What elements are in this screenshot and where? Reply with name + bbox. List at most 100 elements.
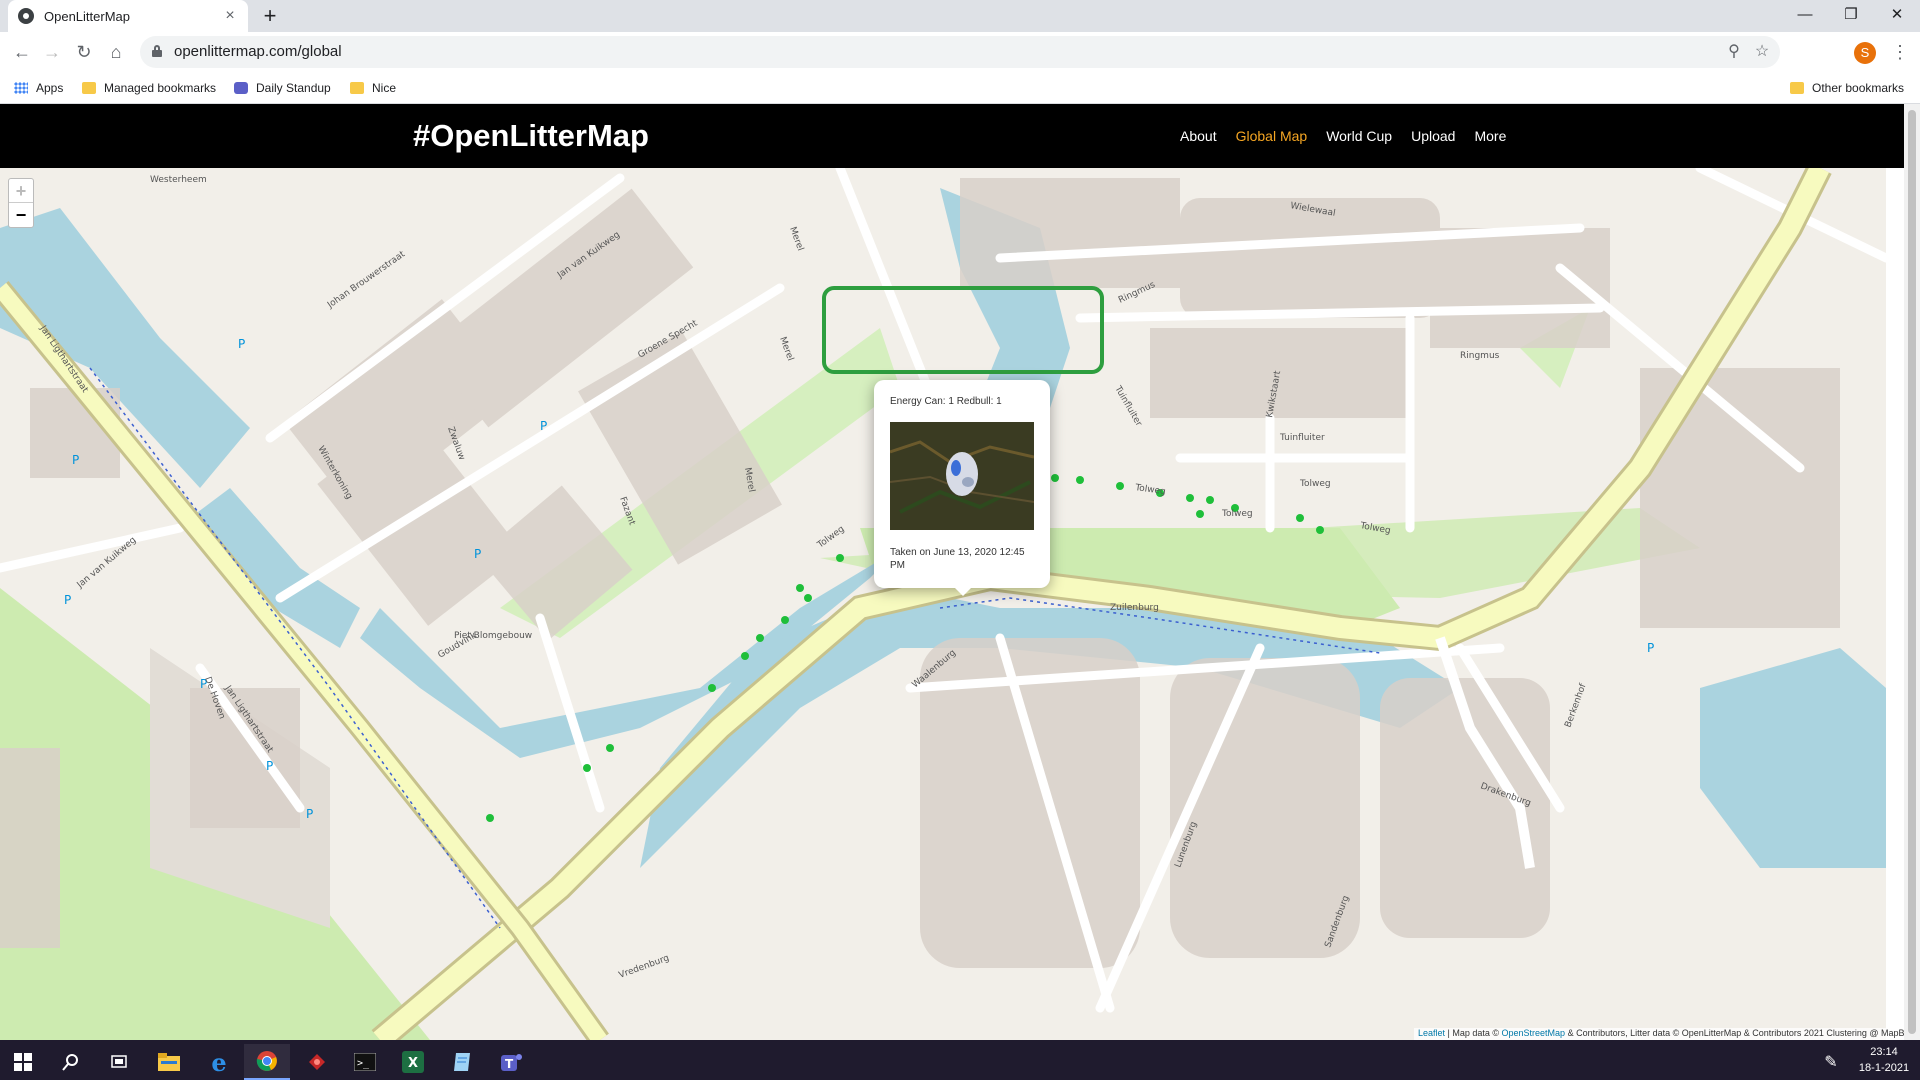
teams-icon bbox=[234, 82, 248, 94]
lock-icon bbox=[152, 45, 162, 57]
svg-text:Westerheem: Westerheem bbox=[150, 175, 207, 185]
close-tab-icon[interactable]: × bbox=[222, 7, 238, 25]
attribution-rest: & Contributors, Litter data © OpenLitter… bbox=[1565, 1028, 1915, 1038]
url-text[interactable]: openlittermap.com/global bbox=[174, 43, 342, 60]
clock-time: 23:14 bbox=[1870, 1046, 1898, 1058]
folder-icon bbox=[350, 82, 364, 94]
litter-popup[interactable]: Energy Can: 1 Redbull: 1 Taken on June 1… bbox=[874, 380, 1050, 588]
zoom-out-button[interactable]: − bbox=[9, 203, 33, 227]
svg-text:T: T bbox=[505, 1057, 514, 1071]
popup-caption: Taken on June 13, 2020 12:45 PM bbox=[890, 547, 1025, 571]
svg-text:Tuinfluiter: Tuinfluiter bbox=[1112, 384, 1144, 429]
site-nav: About Global Map World Cup Upload More bbox=[1180, 128, 1506, 144]
profile-avatar[interactable]: S bbox=[1854, 42, 1876, 64]
minimize-window-icon[interactable]: — bbox=[1782, 0, 1828, 32]
svg-text:Tuinfluiter: Tuinfluiter bbox=[1279, 433, 1325, 443]
bookmark-nice[interactable]: Nice bbox=[350, 78, 396, 98]
svg-text:Vredenburg: Vredenburg bbox=[618, 953, 671, 980]
svg-text:Tolweg: Tolweg bbox=[1134, 483, 1167, 497]
osm-link[interactable]: OpenStreetMap bbox=[1502, 1028, 1566, 1038]
browser-tab[interactable]: OpenLitterMap × bbox=[8, 0, 248, 32]
chrome-icon[interactable] bbox=[244, 1044, 290, 1080]
map-tiles: PPP PPP PPP Tolweg Tolweg Tolweg Tolweg … bbox=[0, 168, 1886, 1040]
address-bar[interactable]: openlittermap.com/global ⚲ ☆ bbox=[140, 36, 1780, 68]
apps-grid-icon bbox=[14, 82, 28, 94]
page-scrollbar[interactable] bbox=[1904, 104, 1920, 1040]
nav-more[interactable]: More bbox=[1474, 128, 1506, 144]
pen-icon[interactable]: ✎ bbox=[1816, 1044, 1846, 1080]
bookmark-label: Nice bbox=[372, 81, 397, 95]
new-tab-button[interactable]: + bbox=[258, 4, 282, 28]
scrollbar-thumb[interactable] bbox=[1908, 110, 1916, 1034]
popup-pointer bbox=[953, 586, 973, 596]
svg-text:Johan Brouwerstraat: Johan Brouwerstraat bbox=[325, 249, 407, 311]
bookmark-daily-standup[interactable]: Daily Standup bbox=[234, 78, 331, 98]
start-icon[interactable] bbox=[0, 1044, 46, 1080]
file-explorer-icon[interactable] bbox=[146, 1044, 192, 1080]
bookmark-managed[interactable]: Managed bookmarks bbox=[82, 78, 216, 98]
bookmarks-bar: Apps Managed bookmarks Daily Standup Nic… bbox=[0, 72, 1920, 104]
bookmark-label: Managed bookmarks bbox=[104, 81, 217, 95]
svg-text:P: P bbox=[266, 759, 273, 773]
svg-text:Merel: Merel bbox=[787, 226, 805, 253]
svg-text:Tolweg: Tolweg bbox=[1221, 509, 1253, 519]
svg-text:P: P bbox=[1647, 641, 1654, 655]
task-view-icon[interactable] bbox=[96, 1044, 142, 1080]
attribution-text: | Map data © bbox=[1445, 1028, 1502, 1038]
map-attribution: Leaflet | Map data © OpenStreetMap & Con… bbox=[1414, 1028, 1919, 1040]
windows-taskbar: e >_ X T ✎ 23:14 18-1-2021 bbox=[0, 1040, 1920, 1080]
app-red-icon[interactable] bbox=[294, 1044, 340, 1080]
bookmark-label: Other bookmarks bbox=[1812, 81, 1905, 95]
home-icon[interactable]: ⌂ bbox=[102, 38, 130, 66]
svg-text:Tolweg: Tolweg bbox=[1299, 479, 1331, 489]
back-icon[interactable]: ← bbox=[8, 38, 36, 66]
svg-text:X: X bbox=[408, 1056, 418, 1071]
notepad-icon[interactable] bbox=[440, 1044, 486, 1080]
global-map[interactable]: PPP PPP PPP Tolweg Tolweg Tolweg Tolweg … bbox=[0, 168, 1886, 1040]
svg-text:P: P bbox=[474, 547, 481, 561]
nav-global-map[interactable]: Global Map bbox=[1236, 128, 1308, 144]
zoom-lens-icon[interactable]: ⚲ bbox=[1722, 40, 1746, 64]
restore-window-icon[interactable]: ❐ bbox=[1828, 0, 1874, 32]
close-window-icon[interactable]: ✕ bbox=[1874, 0, 1920, 32]
svg-text:P: P bbox=[72, 453, 79, 467]
site-favicon-icon bbox=[18, 8, 34, 24]
leaflet-link[interactable]: Leaflet bbox=[1418, 1028, 1445, 1038]
svg-text:Tolweg: Tolweg bbox=[815, 524, 846, 551]
site-logo[interactable]: #OpenLitterMap bbox=[413, 118, 649, 154]
clock-date: 18-1-2021 bbox=[1858, 1062, 1910, 1074]
zoom-in-button[interactable]: + bbox=[9, 179, 33, 203]
nav-about[interactable]: About bbox=[1180, 128, 1217, 144]
svg-text:Piet Blomgebouw: Piet Blomgebouw bbox=[454, 631, 532, 641]
bookmark-label: Daily Standup bbox=[256, 81, 331, 95]
svg-text:Berkenhof: Berkenhof bbox=[1563, 682, 1588, 729]
nav-world-cup[interactable]: World Cup bbox=[1326, 128, 1392, 144]
svg-text:Zuilenburg: Zuilenburg bbox=[1110, 603, 1159, 613]
litter-photo[interactable] bbox=[890, 422, 1034, 530]
popup-tags: Energy Can: 1 Redbull: 1 bbox=[890, 396, 1002, 407]
zoom-control: + − bbox=[8, 178, 34, 228]
bookmark-apps[interactable]: Apps bbox=[14, 78, 63, 98]
system-clock[interactable]: 23:14 18-1-2021 bbox=[1854, 1044, 1914, 1076]
search-icon[interactable] bbox=[48, 1044, 94, 1080]
terminal-icon[interactable]: >_ bbox=[342, 1044, 388, 1080]
teams-icon[interactable]: T bbox=[488, 1044, 534, 1080]
bookmark-other[interactable]: Other bookmarks bbox=[1790, 78, 1904, 98]
tab-title: OpenLitterMap bbox=[44, 8, 130, 24]
svg-text:Ringmus: Ringmus bbox=[1460, 351, 1500, 361]
forward-icon[interactable]: → bbox=[38, 38, 66, 66]
svg-text:P: P bbox=[238, 337, 245, 351]
nav-upload[interactable]: Upload bbox=[1411, 128, 1455, 144]
chrome-menu-icon[interactable]: ⋮ bbox=[1890, 38, 1910, 66]
svg-text:Merel: Merel bbox=[777, 336, 795, 363]
svg-text:P: P bbox=[540, 419, 547, 433]
svg-text:>_: >_ bbox=[357, 1058, 370, 1069]
edge-icon[interactable]: e bbox=[196, 1044, 242, 1080]
folder-icon bbox=[82, 82, 96, 94]
svg-text:P: P bbox=[306, 807, 313, 821]
bookmark-star-icon[interactable]: ☆ bbox=[1750, 40, 1774, 64]
site-header: #OpenLitterMap About Global Map World Cu… bbox=[0, 104, 1904, 168]
tab-strip: OpenLitterMap × + — ❐ ✕ bbox=[0, 0, 1920, 32]
excel-icon[interactable]: X bbox=[390, 1044, 436, 1080]
reload-icon[interactable]: ↻ bbox=[70, 38, 98, 66]
